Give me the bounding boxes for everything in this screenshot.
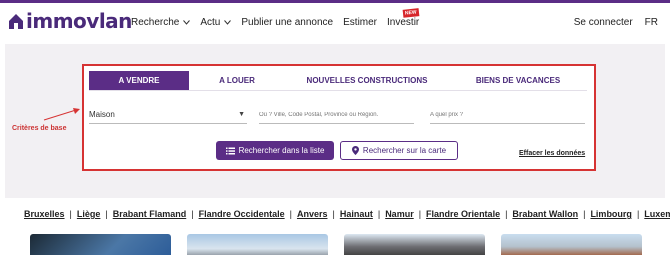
region-link[interactable]: Bruxelles [24, 209, 65, 219]
nav-estimer[interactable]: Estimer [343, 17, 377, 28]
caret-down-icon: ▼ [238, 111, 245, 118]
tab-a-louer[interactable]: A LOUER [189, 71, 285, 90]
logo[interactable]: immovlan [8, 11, 132, 31]
chevron-down-icon [224, 20, 232, 25]
user-nav: Se connecter FR [574, 17, 658, 28]
login-link[interactable]: Se connecter [574, 17, 633, 28]
property-type-select[interactable]: Maison ▼ [89, 106, 247, 124]
search-tabs: A VENDRE A LOUER NOUVELLES CONSTRUCTIONS… [89, 71, 587, 90]
separator: | [69, 209, 72, 219]
separator: | [418, 209, 422, 219]
region-links: Bruxelles | Liège | Brabant Flamand | Fland… [24, 209, 670, 219]
nav-estimer-label: Estimer [343, 17, 378, 28]
site-header: immovlan Recherche Actu Publier une anno… [0, 3, 670, 40]
nav-publier[interactable]: Publier une annonce [241, 17, 333, 28]
search-list-button[interactable]: Rechercher dans la liste [216, 141, 334, 160]
nav-recherche-label: Recherche [131, 17, 180, 28]
region-link[interactable]: Namur [385, 209, 414, 219]
tab-nouvelles-constructions[interactable]: NOUVELLES CONSTRUCTIONS [285, 71, 449, 90]
main-nav: Recherche Actu Publier une annonce Estim… [131, 8, 429, 28]
annotation-label: Critères de base [12, 125, 67, 132]
region-link[interactable]: Liège [77, 209, 101, 219]
nav-actu-label: Actu [200, 17, 221, 28]
separator: | [377, 209, 381, 219]
map-pin-icon [351, 146, 359, 155]
tabs-divider [89, 90, 587, 91]
search-criteria-box: A VENDRE A LOUER NOUVELLES CONSTRUCTIONS… [82, 64, 596, 171]
location-input[interactable] [259, 106, 414, 124]
separator: | [505, 209, 508, 219]
chevron-down-icon [183, 20, 191, 25]
separator: | [105, 209, 108, 219]
listing-card-image[interactable] [30, 234, 171, 255]
listing-cards [0, 234, 670, 255]
property-type-value: Maison [89, 110, 115, 119]
region-link[interactable]: Hainaut [340, 209, 373, 219]
region-link[interactable]: Limbourg [590, 209, 632, 219]
region-link[interactable]: Flandre Occidentale [199, 209, 285, 219]
nav-publier-label: Publier une annonce [241, 17, 334, 28]
region-link[interactable]: Flandre Orientale [426, 209, 500, 219]
search-map-label: Rechercher sur la carte [362, 146, 447, 155]
listing-card-image[interactable] [344, 234, 485, 255]
nav-investir[interactable]: Investir NEW [387, 8, 420, 28]
separator: | [332, 209, 335, 219]
clear-data-link[interactable]: Effacer les données [519, 150, 585, 157]
region-link[interactable]: Brabant Flamand [113, 209, 187, 219]
separator: | [636, 209, 640, 219]
region-link[interactable]: Brabant Wallon [512, 209, 578, 219]
tab-biens-de-vacances[interactable]: BIENS DE VACANCES [449, 71, 587, 90]
separator: | [289, 209, 292, 219]
new-badge: NEW [402, 8, 420, 18]
region-link[interactable]: Anvers [297, 209, 328, 219]
search-list-label: Rechercher dans la liste [238, 146, 325, 155]
search-map-button[interactable]: Rechercher sur la carte [340, 141, 458, 160]
listing-card-image[interactable] [501, 234, 642, 255]
house-logo-icon [9, 13, 23, 29]
price-input[interactable] [430, 106, 585, 124]
tab-a-vendre[interactable]: A VENDRE [89, 71, 189, 90]
language-selector[interactable]: FR [645, 17, 658, 28]
list-icon [225, 147, 235, 154]
nav-actu[interactable]: Actu [200, 17, 232, 28]
nav-investir-label: Investir [387, 17, 420, 28]
annotation-arrow-icon [43, 108, 80, 121]
separator: | [191, 209, 194, 219]
region-link[interactable]: Luxembourg [644, 209, 670, 219]
nav-recherche[interactable]: Recherche [131, 17, 191, 28]
logo-text: immovlan [26, 9, 132, 33]
listing-card-image[interactable] [187, 234, 328, 255]
separator: | [583, 209, 586, 219]
